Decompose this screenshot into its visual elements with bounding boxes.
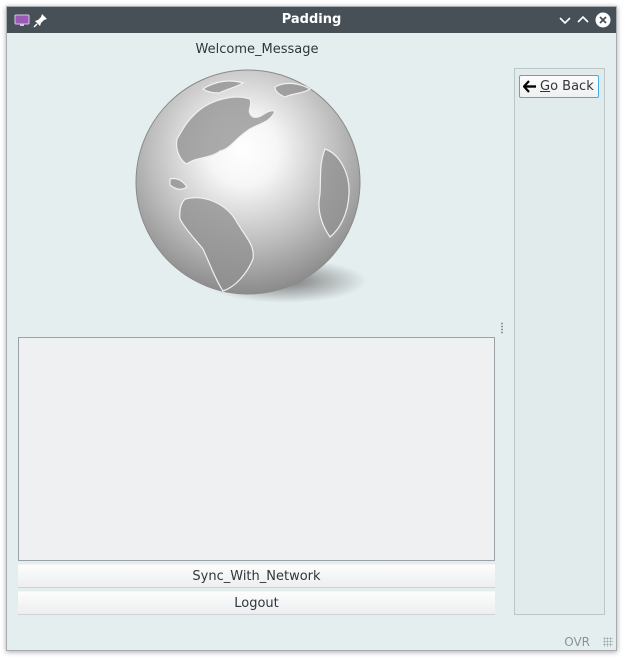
close-icon[interactable] — [595, 12, 611, 28]
message-text-area[interactable] — [18, 337, 495, 561]
logout-button[interactable]: Logout — [18, 591, 495, 615]
go-back-label-rest: o Back — [550, 79, 594, 94]
window-title: Padding — [281, 12, 342, 27]
app-window: Padding Welcome_Message Sync_With_Networ… — [6, 6, 617, 651]
side-panel: Go Back — [514, 68, 605, 615]
content-area: Welcome_Message Sync_With_Network Logout… — [7, 33, 616, 650]
go-back-button[interactable]: Go Back — [519, 75, 599, 98]
go-back-label: Go Back — [540, 76, 594, 97]
splitter-handle[interactable] — [501, 322, 503, 334]
arrow-left-icon — [523, 80, 536, 93]
go-back-mnemonic: G — [540, 79, 551, 94]
maximize-chevron-icon[interactable] — [575, 12, 591, 28]
globe-icon — [135, 69, 367, 303]
minimize-chevron-icon[interactable] — [557, 12, 573, 28]
welcome-message: Welcome_Message — [195, 42, 319, 57]
resize-grip[interactable] — [603, 637, 613, 647]
overwrite-mode-indicator: OVR — [564, 635, 590, 649]
title-bar[interactable]: Padding — [7, 7, 616, 33]
sync-with-network-button[interactable]: Sync_With_Network — [18, 564, 495, 588]
